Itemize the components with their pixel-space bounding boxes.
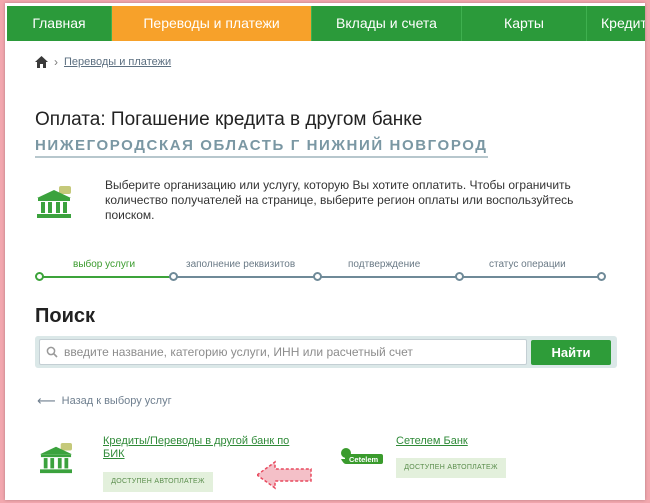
step-dot-3 <box>313 272 322 281</box>
nav-item-credits[interactable]: Кредиты <box>587 6 645 41</box>
result-link-bik-transfer[interactable]: Кредиты/Переводы в другой банк по БИК <box>103 435 293 461</box>
search-field[interactable] <box>39 339 527 365</box>
bank-icon <box>37 186 71 218</box>
step-dot-4 <box>455 272 464 281</box>
nav-item-home[interactable]: Главная <box>7 6 112 41</box>
step-dot-1 <box>35 272 44 281</box>
breadcrumb-link-transfers[interactable]: Переводы и платежи <box>64 56 171 68</box>
step-label-fill-details: заполнение реквизитов <box>186 259 296 270</box>
search-box: Найти <box>35 336 617 368</box>
autopay-badge: ДОСТУПЕН АВТОПЛАТЕЖ <box>103 472 213 492</box>
progress-steps: выбор услуги заполнение реквизитов подтв… <box>35 259 606 289</box>
step-dot-2 <box>169 272 178 281</box>
step-label-status: статус операции <box>489 259 566 270</box>
cetelem-logo: Cetelem <box>341 448 383 464</box>
home-icon[interactable] <box>35 56 48 68</box>
nav-item-cards[interactable]: Карты <box>462 6 587 41</box>
back-link-label: Назад к выбору услуг <box>61 395 172 407</box>
breadcrumb: › Переводы и платежи <box>35 55 171 69</box>
nav-item-deposits-accounts[interactable]: Вклады и счета <box>312 6 462 41</box>
info-text: Выберите организацию или услугу, которую… <box>105 178 574 222</box>
arrow-left-icon: ⟵ <box>37 393 56 408</box>
result-item-cetelem: Сетелем Банк <box>396 435 546 448</box>
search-button[interactable]: Найти <box>531 340 611 365</box>
bank-icon <box>40 443 72 474</box>
step-label-confirmation: подтверждение <box>348 259 421 270</box>
step-label-choose-service: выбор услуги <box>73 259 136 270</box>
result-item-bik-transfer: Кредиты/Переводы в другой банк по БИК <box>103 435 293 461</box>
search-title: Поиск <box>35 305 96 327</box>
nav-item-transfers-payments[interactable]: Переводы и платежи <box>112 6 312 41</box>
top-nav: Главная Переводы и платежи Вклады и счет… <box>7 6 645 41</box>
result-link-cetelem[interactable]: Сетелем Банк <box>396 435 546 448</box>
search-icon <box>46 346 58 358</box>
arrow-left-icon <box>257 460 312 490</box>
page-frame: Главная Переводы и платежи Вклады и счет… <box>5 3 645 500</box>
search-input[interactable] <box>64 345 504 359</box>
step-dot-5 <box>597 272 606 281</box>
page-title: Оплата: Погашение кредита в другом банке <box>35 109 423 130</box>
cetelem-logo-text: Cetelem <box>349 455 379 464</box>
region-title[interactable]: НИЖЕГОРОДСКАЯ ОБЛАСТЬ Г НИЖНИЙ НОВГОРОД <box>35 137 488 158</box>
chevron-right-icon: › <box>54 55 58 69</box>
autopay-badge: ДОСТУПЕН АВТОПЛАТЕЖ <box>396 458 506 478</box>
back-to-services-link[interactable]: ⟵ Назад к выбору услуг <box>37 393 172 409</box>
steps-track-active <box>39 276 172 278</box>
